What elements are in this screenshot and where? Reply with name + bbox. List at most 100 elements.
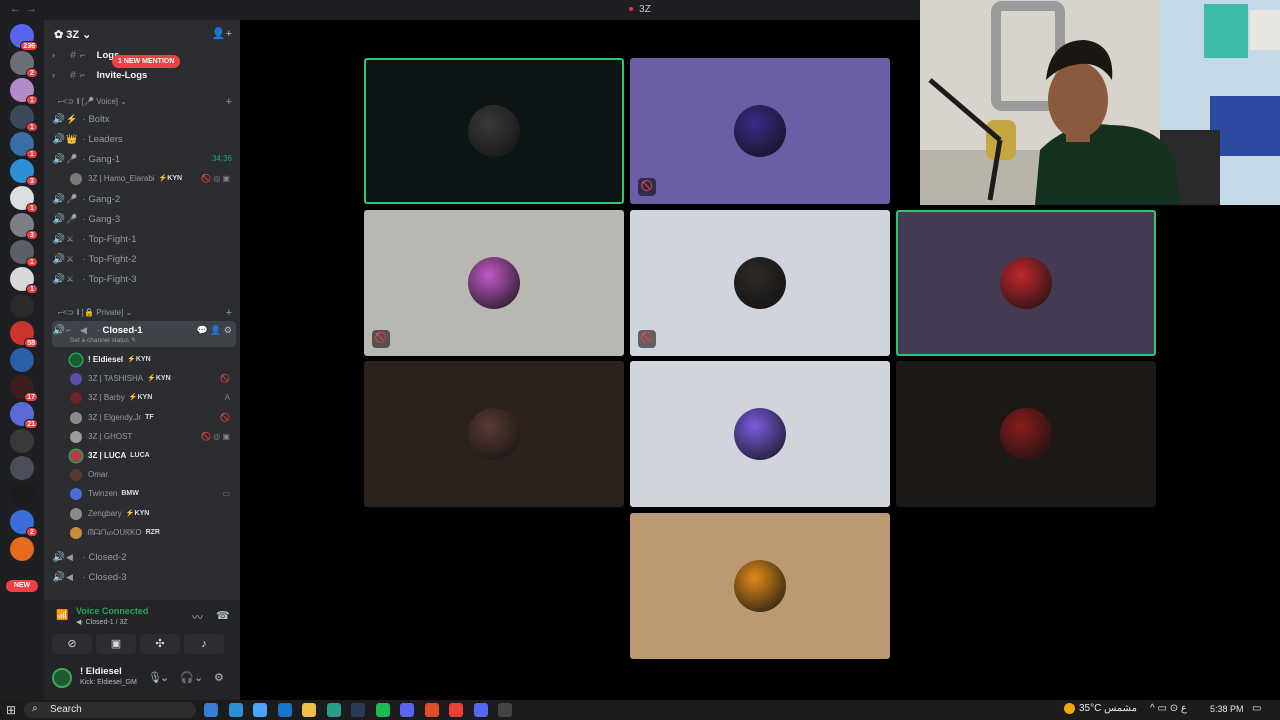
voice-member[interactable]: ᗰᗩᑎᔕOᑌᖇKO RZR [70,524,236,542]
invite-people-icon[interactable]: 👤+ [212,27,232,40]
taskbar-app-icon[interactable] [400,703,414,717]
search-placeholder[interactable]: Search [50,704,82,715]
server-icon[interactable] [10,429,34,453]
server-icon[interactable] [10,456,34,480]
voice-channel[interactable]: 🔊⚔ · Top-Fight-3 [52,270,236,288]
participant-tile[interactable] [630,513,890,659]
taskbar-app-icon[interactable] [302,703,316,717]
taskbar-app-icon[interactable] [253,703,267,717]
server-icon[interactable]: 236 [10,24,38,51]
voice-channel[interactable]: 🔊🎤 · Gang-3 [52,210,236,228]
channel-invite-logs[interactable]: › # ⌐ Invite-Logs [52,66,236,84]
windows-start-icon[interactable]: ⊞ [6,703,16,717]
server-icon[interactable]: 1 [10,240,38,267]
taskbar-app-icon[interactable] [449,703,463,717]
participant-tile[interactable]: 🚫 [630,210,890,356]
activities-button[interactable]: ✣ [140,634,180,654]
voice-channel-path[interactable]: ◀· Closed-1 / 3Z [76,618,128,626]
participant-tile[interactable] [364,361,624,507]
voice-channel[interactable]: 🔊◀ · Closed-2 [52,548,236,566]
server-icon[interactable]: 17 [10,375,38,402]
unread-badge: 1 [26,122,38,132]
server-icon[interactable]: 3 [10,213,38,240]
gear-icon[interactable]: ⚙ [214,671,224,684]
channel-closed-1[interactable]: 🔊⌐ ◀ · Closed-1 💬 👤 ⚙ Set a channel statu… [52,321,236,347]
voice-member[interactable]: 3Z | Barby ⚡KYN A [70,389,236,407]
signal-icon[interactable]: 📶 [56,610,68,621]
server-icon[interactable]: 1 [10,186,38,213]
voice-member[interactable]: Omar [70,466,236,484]
server-header[interactable]: ✿ 3Z ⌄ 👤+ [44,20,240,48]
voice-member[interactable]: 3Z | GHOST 🚫 ◎ ▣ [70,428,236,446]
voice-channel[interactable]: 🔊🎤 · Gang-1 34:36 [52,150,236,168]
channel-actions-icons[interactable]: 💬 👤 ⚙ [197,321,232,339]
channel-status[interactable]: Set a channel status ✎ [70,336,136,345]
noise-suppression-icon[interactable]: 〰 [192,609,203,625]
voice-member[interactable]: 3Z | Hamo_Elarabi ⚡KYN 🚫 ◎ ▣ [70,170,236,188]
voice-channel[interactable]: 🔊⚔ · Top-Fight-1 [52,230,236,248]
server-icon[interactable]: 58 [10,321,38,348]
voice-member[interactable]: 3Z | Elgendy.Jr TF 🚫 [70,409,236,427]
taskbar-app-icon[interactable] [498,703,512,717]
notifications-icon[interactable]: ▭ [1252,703,1261,714]
voice-channel[interactable]: 🔊⚔ · Top-Fight-2 [52,250,236,268]
taskbar-app-icon[interactable] [351,703,365,717]
voice-member[interactable]: Twinzen BMW ▭ [70,485,236,503]
taskbar-app-icon[interactable] [277,703,292,717]
voice-member[interactable]: 3Z | LUCA LUCA [70,447,236,465]
voice-status[interactable]: Voice Connected [76,606,148,616]
weather-widget[interactable]: 35°C مشمس [1064,703,1137,714]
new-badge[interactable]: NEW [6,580,38,592]
taskbar-app-icon[interactable] [473,703,488,717]
server-icon[interactable]: 21 [10,402,38,429]
voice-channel[interactable]: 🔊◀ · Closed-3 [52,568,236,586]
headphones-icon[interactable]: 🎧 [180,671,194,684]
member-tag: RZR [145,528,160,536]
voice-channel-label: Top-Fight-1 [88,234,137,245]
server-icon[interactable] [10,537,34,561]
participant-tile[interactable]: 🚫 [630,58,890,204]
server-icon[interactable] [10,483,34,507]
username[interactable]: ! Eldiesel [80,666,122,677]
taskbar-app-icon[interactable] [228,703,243,717]
taskbar-search[interactable]: ⌕ Search [24,702,196,718]
participant-tile[interactable] [364,58,624,204]
category-voice[interactable]: ⌐<⊃ ‖ [🎤 Voice] ⌄ + [58,94,234,110]
voice-channel[interactable]: 🔊🎤 · Gang-2 [52,190,236,208]
voice-channel[interactable]: 🔊⚡ · Boltx [52,110,236,128]
server-icon[interactable]: 1 [10,267,38,294]
soundboard-button[interactable]: ♪ [184,634,224,654]
server-icon[interactable]: 1 [10,105,38,132]
participant-tile[interactable] [630,361,890,507]
participant-tile[interactable] [896,361,1156,507]
system-tray[interactable]: ^ ▭ ⊙ ع [1150,703,1187,714]
server-icon[interactable] [10,348,34,372]
server-icon[interactable]: 3 [10,159,38,186]
voice-channel[interactable]: 🔊👑 · Leaders [52,130,236,148]
disconnect-icon[interactable]: ☎ [216,609,230,622]
add-channel-icon[interactable]: + [226,94,232,110]
server-icon[interactable]: 2 [10,51,38,78]
voice-member[interactable]: ! Eldiesel ⚡KYN [70,351,236,369]
avatar[interactable] [52,668,72,688]
participant-tile[interactable]: 🚫 [364,210,624,356]
chevron-down-icon[interactable]: ⌄ [160,671,169,684]
server-icon[interactable]: 1 [10,78,38,105]
chevron-down-icon[interactable]: ⌄ [194,671,203,684]
taskbar-app-icon[interactable] [204,703,218,717]
taskbar-app-icon[interactable] [375,703,390,717]
taskbar-app-icon[interactable] [424,703,439,717]
category-private[interactable]: ⌐<⊃ ‖ [🔒 Private] ⌄ + [58,305,234,321]
taskbar-app-icon[interactable] [326,703,341,717]
voice-member[interactable]: 3Z | TASHISHA ⚡KYN 🚫 [70,370,236,388]
clock[interactable]: 5:38 PM [1210,704,1244,714]
voice-member[interactable]: Zengbary ⚡KYN [70,505,236,523]
add-channel-icon[interactable]: + [226,305,232,321]
screen-share-button[interactable]: ▣ [96,634,136,654]
server-icon[interactable]: 2 [10,510,38,537]
server-icon[interactable] [10,294,34,318]
camera-off-button[interactable]: ⊘ [52,634,92,654]
server-name[interactable]: ✿ 3Z ⌄ [54,28,91,41]
participant-tile[interactable] [896,210,1156,356]
server-icon[interactable]: 1 [10,132,38,159]
